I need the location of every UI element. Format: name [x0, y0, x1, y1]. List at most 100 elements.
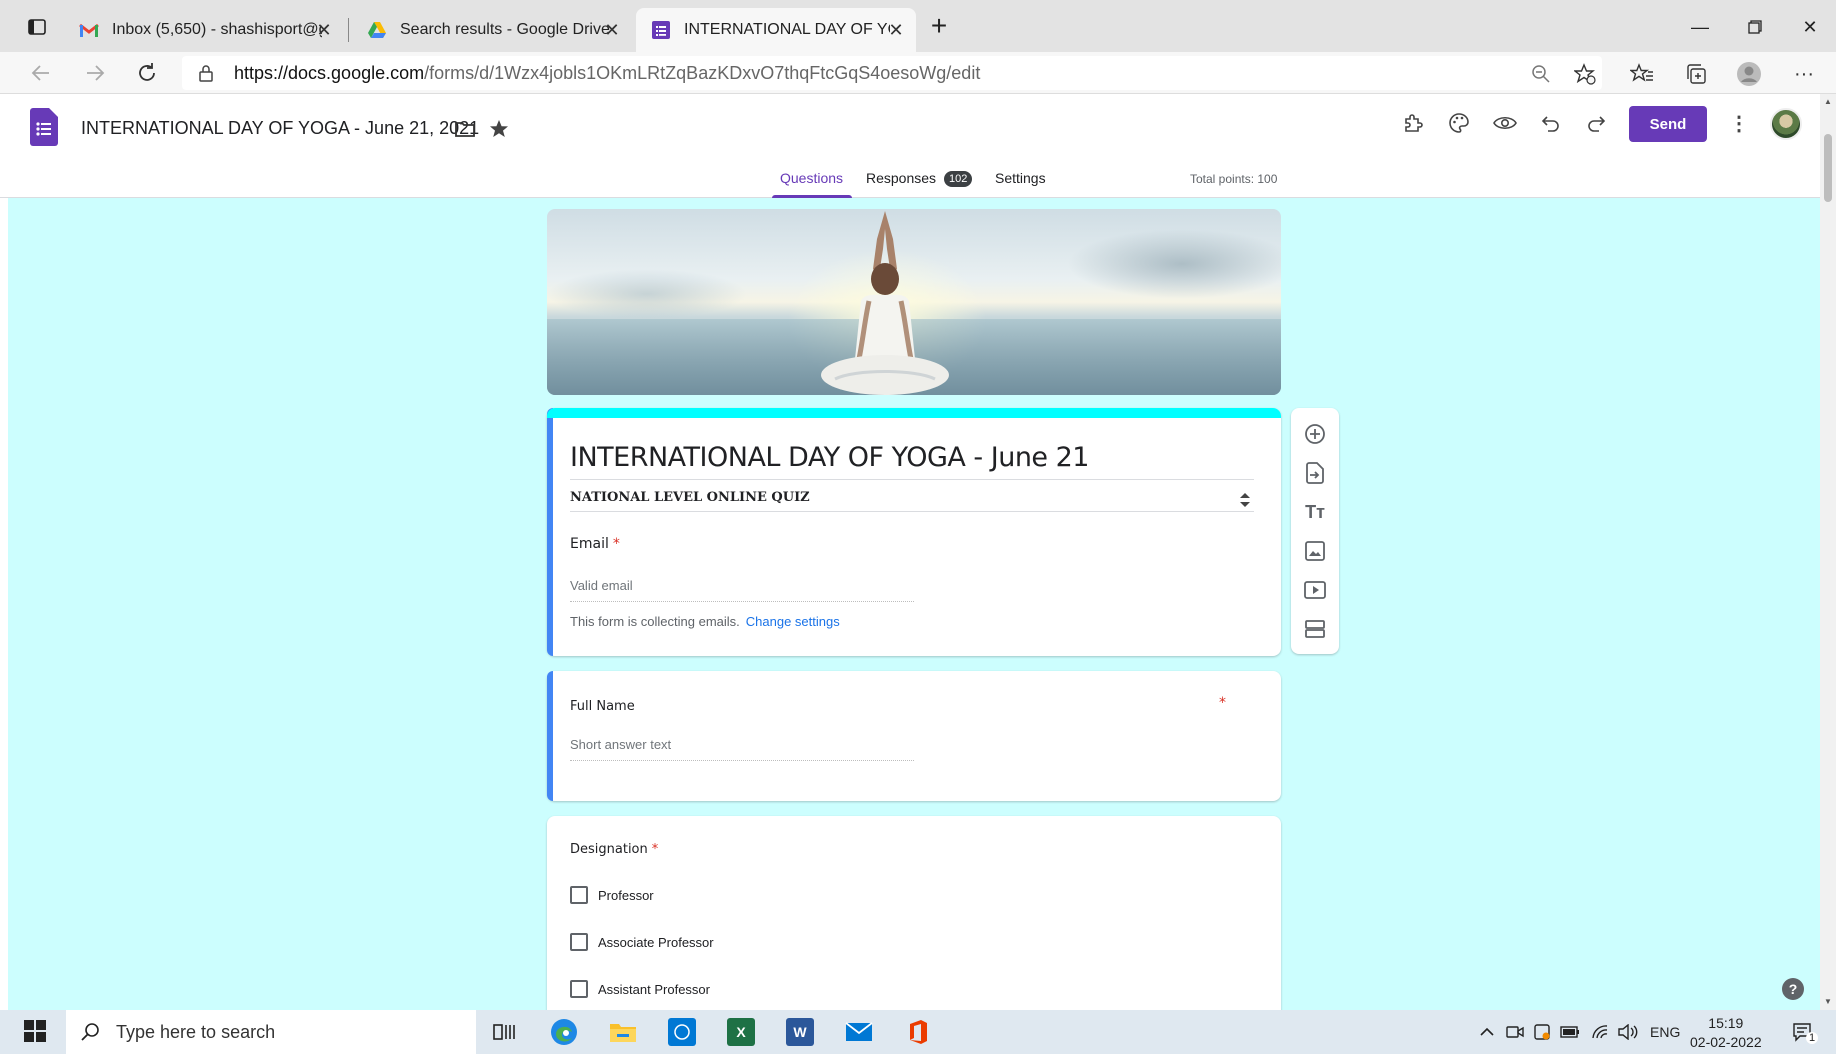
close-window-icon[interactable]: ✕: [1795, 12, 1825, 42]
add-favorite-icon[interactable]: [1569, 58, 1601, 90]
edge-browser-icon[interactable]: [550, 1018, 578, 1046]
question-title[interactable]: Full Name: [570, 699, 635, 714]
dell-app-icon[interactable]: [668, 1018, 696, 1046]
taskbar-search-input[interactable]: Type here to search: [66, 1010, 476, 1054]
system-clock[interactable]: 15:19 02-02-2022: [1690, 1014, 1762, 1052]
file-explorer-icon[interactable]: [609, 1018, 637, 1046]
zoom-icon[interactable]: [1525, 58, 1557, 90]
url-host: https://docs.google.com: [234, 62, 425, 83]
move-to-folder-icon[interactable]: [450, 114, 480, 144]
checkbox-option[interactable]: Associate Professor: [570, 933, 714, 951]
email-label: Email: [570, 536, 609, 552]
browser-tab-gmail[interactable]: Inbox (5,650) - shashisport@gm ✕: [64, 8, 344, 52]
meet-now-icon[interactable]: [1505, 1022, 1525, 1042]
help-icon[interactable]: ?: [1782, 978, 1804, 1000]
favorites-icon[interactable]: [1626, 58, 1658, 90]
add-title-description-icon[interactable]: Tт: [1303, 500, 1327, 524]
form-description[interactable]: NATIONAL LEVEL ONLINE QUIZ: [570, 490, 1254, 512]
scrollbar-thumb[interactable]: [1824, 134, 1832, 202]
close-tab-icon[interactable]: ✕: [886, 20, 906, 40]
tab-responses[interactable]: Responses 102: [866, 170, 973, 187]
google-forms-icon: [650, 19, 672, 41]
profile-icon[interactable]: [1733, 58, 1765, 90]
windows-start-icon[interactable]: [24, 1020, 48, 1044]
checkbox[interactable]: [570, 886, 588, 904]
tray-app-icon[interactable]: [1532, 1022, 1552, 1042]
show-hidden-icons-icon[interactable]: [1477, 1022, 1497, 1042]
question-card-full-name[interactable]: Full Name * Short answer text: [547, 671, 1281, 801]
task-view-icon[interactable]: [490, 1018, 518, 1046]
change-settings-link[interactable]: Change settings: [746, 614, 840, 629]
customize-theme-icon[interactable]: [1444, 108, 1474, 138]
mail-icon[interactable]: [845, 1018, 873, 1046]
clock-date: 02-02-2022: [1690, 1034, 1762, 1050]
add-question-icon[interactable]: [1303, 422, 1327, 446]
option-label: Assistant Professor: [598, 981, 710, 997]
browser-tab-strip: Inbox (5,650) - shashisport@gm ✕ Search …: [0, 0, 1836, 52]
wifi-icon[interactable]: [1590, 1022, 1610, 1042]
preview-icon[interactable]: [1490, 108, 1520, 138]
import-questions-icon[interactable]: [1303, 461, 1327, 485]
email-field[interactable]: Valid email: [570, 578, 914, 602]
scroll-down-icon[interactable]: ▼: [1823, 996, 1833, 1006]
notification-count-badge: 1: [1806, 1032, 1819, 1044]
office-icon[interactable]: [904, 1018, 932, 1046]
more-menu-icon[interactable]: ···: [1788, 58, 1820, 90]
word-icon[interactable]: W: [786, 1018, 814, 1046]
minimize-icon[interactable]: —: [1685, 12, 1715, 42]
tab-settings[interactable]: Settings: [995, 170, 1046, 186]
refresh-icon[interactable]: [130, 56, 164, 90]
checkbox-option[interactable]: Assistant Professor: [570, 980, 710, 998]
tab-actions-icon[interactable]: [22, 12, 52, 42]
gmail-icon: [78, 19, 100, 41]
collecting-emails-note: This form is collecting emails. Change se…: [570, 614, 840, 629]
page-scrollbar[interactable]: ▲ ▼: [1820, 94, 1836, 1010]
form-tabs: Questions Responses 102 Settings Total po…: [0, 164, 1820, 198]
form-title[interactable]: INTERNATIONAL DAY OF YOGA - June 21: [570, 442, 1254, 480]
short-answer-field: Short answer text: [570, 737, 914, 761]
address-bar[interactable]: https://docs.google.com/forms/d/1Wzx4job…: [182, 56, 1602, 90]
header-image-yoga[interactable]: [547, 209, 1281, 395]
new-tab-button[interactable]: +: [924, 12, 954, 42]
excel-icon[interactable]: X: [727, 1018, 755, 1046]
checkbox-option[interactable]: Professor: [570, 886, 654, 904]
tab-title: Search results - Google Drive: [400, 21, 610, 38]
add-section-icon[interactable]: [1303, 617, 1327, 641]
clock-time: 15:19: [1708, 1015, 1744, 1031]
question-card-designation[interactable]: Designation * Professor Associate Profess…: [547, 816, 1281, 1010]
input-language[interactable]: ENG: [1650, 1024, 1680, 1040]
forward-icon[interactable]: [78, 56, 112, 90]
more-options-icon[interactable]: ⋮: [1724, 108, 1754, 138]
send-button[interactable]: Send: [1629, 106, 1707, 142]
add-image-icon[interactable]: [1303, 539, 1327, 563]
question-title-designation[interactable]: Designation *: [570, 842, 658, 857]
document-title[interactable]: INTERNATIONAL DAY OF YOGA - June 21, 202…: [81, 118, 479, 139]
add-ons-icon[interactable]: [1398, 108, 1428, 138]
collections-icon[interactable]: [1680, 58, 1712, 90]
form-title-card[interactable]: INTERNATIONAL DAY OF YOGA - June 21 NATI…: [547, 408, 1281, 656]
back-icon[interactable]: [24, 56, 58, 90]
browser-tab-forms[interactable]: INTERNATIONAL DAY OF YOGA - June 21 ✕: [636, 8, 916, 52]
email-question-label: Email *: [570, 536, 620, 552]
theme-color-bar: [547, 408, 1281, 418]
yoga-person-illustration: [821, 211, 949, 395]
avatar[interactable]: [1770, 108, 1802, 140]
close-tab-icon[interactable]: ✕: [602, 20, 622, 40]
required-asterisk: *: [1219, 695, 1226, 711]
volume-icon[interactable]: [1618, 1022, 1638, 1042]
redo-icon[interactable]: [1581, 108, 1611, 138]
undo-icon[interactable]: [1536, 108, 1566, 138]
sort-arrows-icon[interactable]: [1237, 492, 1253, 508]
battery-icon[interactable]: [1560, 1022, 1580, 1042]
star-icon[interactable]: [484, 114, 514, 144]
checkbox[interactable]: [570, 980, 588, 998]
add-video-icon[interactable]: [1303, 578, 1327, 602]
restore-icon[interactable]: [1740, 12, 1770, 42]
scroll-up-icon[interactable]: ▲: [1823, 96, 1833, 106]
close-tab-icon[interactable]: ✕: [314, 20, 334, 40]
tab-questions[interactable]: Questions: [780, 170, 843, 186]
browser-tab-drive[interactable]: Search results - Google Drive ✕: [352, 8, 632, 52]
checkbox[interactable]: [570, 933, 588, 951]
google-forms-logo-icon[interactable]: [30, 108, 58, 146]
question-title: Designation: [570, 842, 648, 857]
